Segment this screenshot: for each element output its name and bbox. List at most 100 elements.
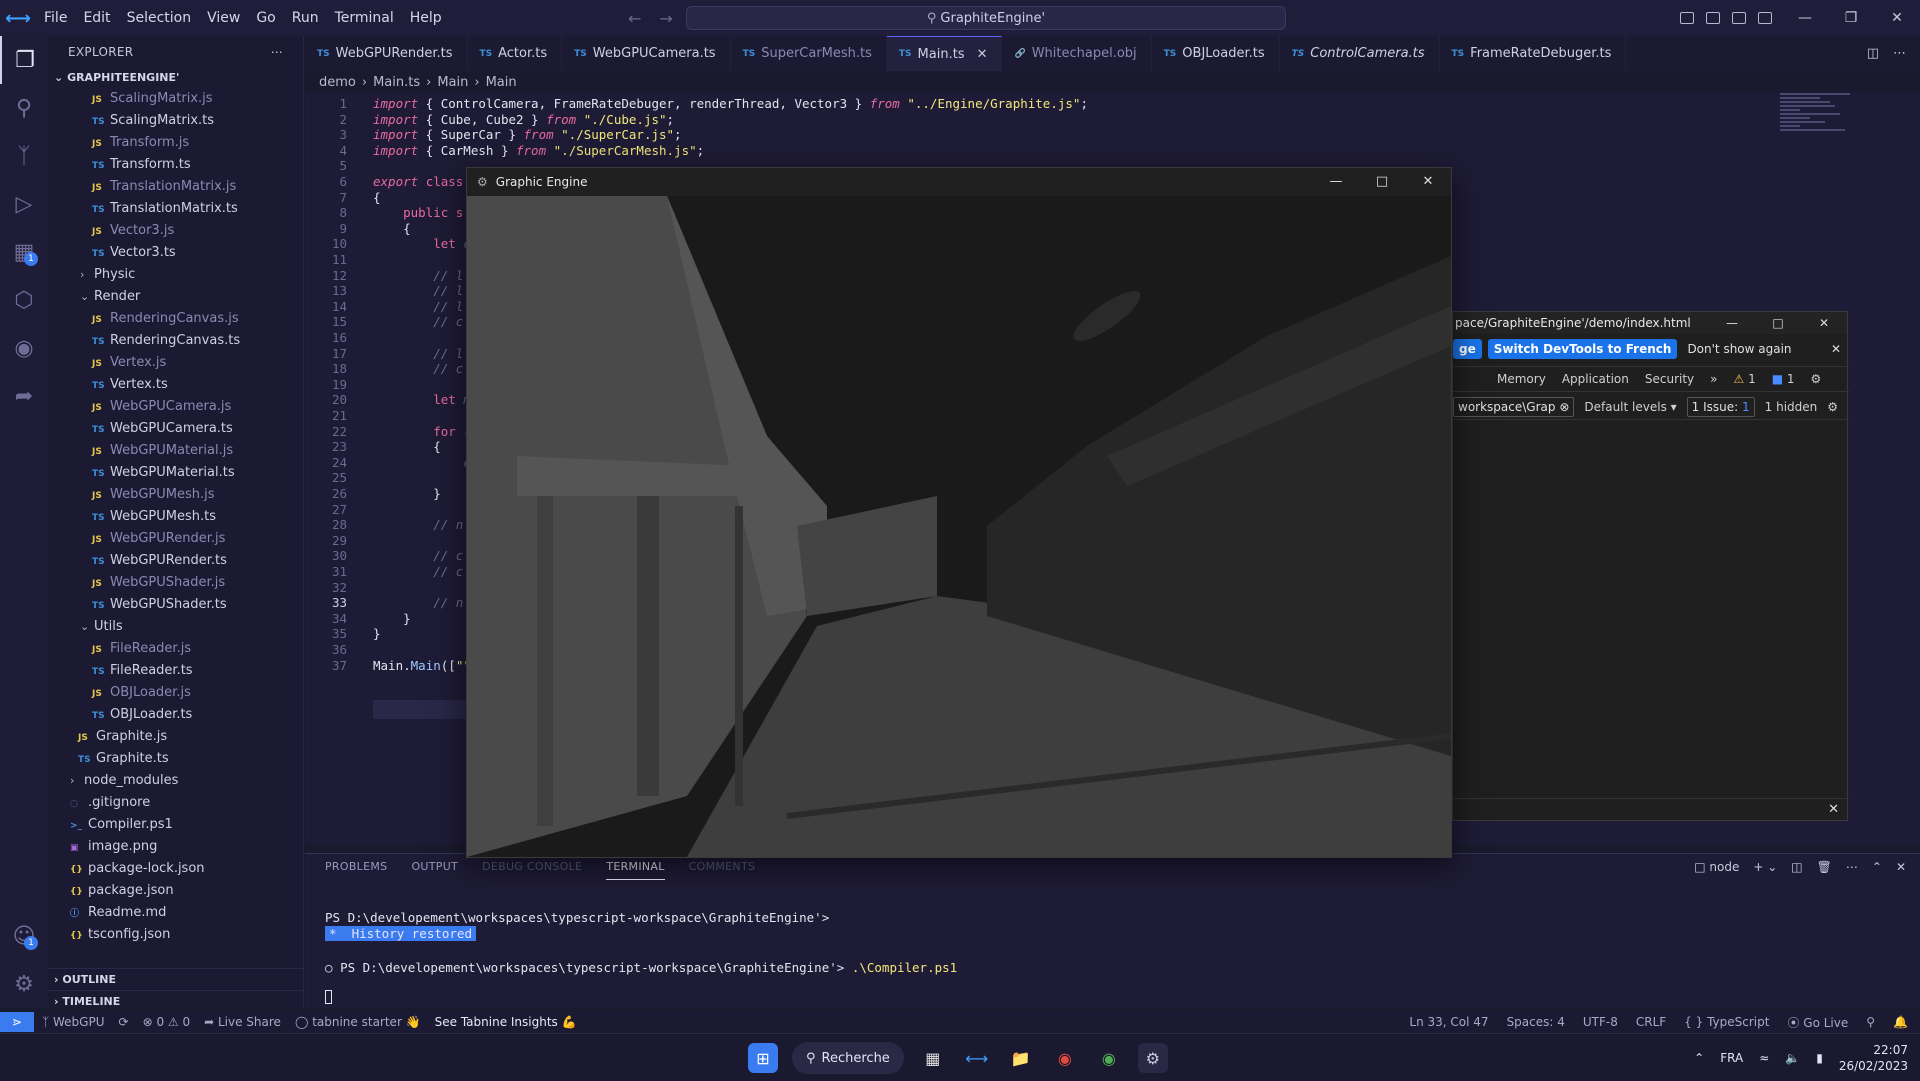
menu-item-help[interactable]: Help	[402, 0, 450, 36]
code-line[interactable]: }	[373, 611, 411, 626]
accounts-icon[interactable]: ☺ 1	[0, 912, 48, 960]
editor-tab[interactable]: TS Actor.ts	[468, 36, 563, 71]
file-item[interactable]: TS RenderingCanvas.ts	[48, 330, 303, 352]
breadcrumb-item[interactable]: Main	[437, 75, 468, 90]
store-icon[interactable]: ▦	[918, 1043, 948, 1073]
close-panel-icon[interactable]: ✕	[1896, 860, 1906, 874]
restore-button[interactable]: ❐	[1828, 0, 1874, 36]
panel-tab[interactable]: PROBLEMS	[325, 854, 387, 880]
code-line[interactable]: // l	[373, 268, 463, 283]
language-mode[interactable]: { } TypeScript	[1684, 1015, 1769, 1029]
taskbar-search[interactable]: ⚲ Recherche	[792, 1042, 904, 1074]
file-item[interactable]: JS WebGPURender.js	[48, 528, 303, 550]
file-item[interactable]: {} package-lock.json	[48, 858, 303, 880]
wifi-icon[interactable]: ≈	[1759, 1051, 1769, 1065]
file-item[interactable]: JS WebGPUShader.js	[48, 572, 303, 594]
code-line[interactable]: export class	[373, 174, 463, 189]
folder-item[interactable]: ⌄ Utils	[48, 616, 303, 638]
windows-start-icon[interactable]: ⊞	[748, 1043, 778, 1073]
warnings-button[interactable]: ⚠ 1	[1734, 372, 1756, 386]
file-item[interactable]: JS Graphite.js	[48, 726, 303, 748]
file-item[interactable]: ◌ .gitignore	[48, 792, 303, 814]
extensions-icon[interactable]: ▦ 1	[0, 228, 48, 276]
menu-item-view[interactable]: View	[199, 0, 248, 36]
render-canvas[interactable]	[467, 196, 1451, 857]
file-item[interactable]: TS TranslationMatrix.ts	[48, 198, 303, 220]
back-arrow-icon[interactable]: ←	[628, 9, 641, 28]
dont-show-again-button[interactable]: Don't show again	[1683, 339, 1795, 359]
outline-section[interactable]: › OUTLINE	[48, 968, 303, 990]
devtools-maximize-button[interactable]: □	[1755, 312, 1801, 334]
code-line[interactable]: // c	[373, 564, 463, 579]
sync-icon[interactable]: ⟳	[119, 1015, 129, 1029]
file-item[interactable]: TS WebGPUShader.ts	[48, 594, 303, 616]
terminal-shell[interactable]: □ node	[1694, 860, 1739, 874]
tabnine-status[interactable]: ◯ tabnine starter 👋	[295, 1015, 421, 1029]
customize-layout-icon[interactable]	[1758, 12, 1772, 24]
file-item[interactable]: JS FileReader.js	[48, 638, 303, 660]
code-line[interactable]: // c	[373, 548, 463, 563]
code-line[interactable]: // l	[373, 346, 463, 361]
close-button[interactable]: ✕	[1874, 0, 1920, 36]
file-item[interactable]: ⓘ Readme.md	[48, 902, 303, 924]
live-share-status[interactable]: ➦ Live Share	[204, 1015, 281, 1029]
tabnine-insights[interactable]: See Tabnine Insights 💪	[435, 1015, 577, 1029]
toggle-secondary-sidebar-icon[interactable]	[1732, 12, 1746, 24]
code-line[interactable]: // n	[373, 595, 463, 610]
file-explorer-icon[interactable]: 📁	[1006, 1043, 1036, 1073]
folder-item[interactable]: › Physic	[48, 264, 303, 286]
file-item[interactable]: JS RenderingCanvas.js	[48, 308, 303, 330]
code-line[interactable]: import { ControlCamera, FrameRateDebuger…	[373, 96, 1088, 111]
menu-item-go[interactable]: Go	[248, 0, 283, 36]
console-settings-icon[interactable]: ⚙	[1827, 400, 1838, 414]
breadcrumb-item[interactable]: demo	[319, 75, 356, 90]
minimap[interactable]	[1780, 93, 1860, 173]
console-filter-input[interactable]: workspace\Grap ⊗	[1453, 396, 1575, 417]
file-item[interactable]: TS WebGPUCamera.ts	[48, 418, 303, 440]
language-indicator[interactable]: FRA	[1720, 1051, 1743, 1065]
split-terminal-icon[interactable]: ◫	[1791, 860, 1802, 874]
more-actions-icon[interactable]: ⋯	[271, 45, 283, 59]
folder-item[interactable]: › node_modules	[48, 770, 303, 792]
graphic-engine-taskbar-icon[interactable]: ⚙	[1137, 1043, 1168, 1073]
account-status-icon[interactable]: ⚲	[1866, 1015, 1875, 1029]
encoding[interactable]: UTF-8	[1583, 1015, 1618, 1029]
remote-explorer-icon[interactable]: ⬡	[0, 276, 48, 324]
code-line[interactable]: import { CarMesh } from "./SuperCarMesh.…	[373, 143, 704, 158]
search-icon[interactable]: ⚲	[0, 84, 48, 132]
file-item[interactable]: TS WebGPUMaterial.ts	[48, 462, 303, 484]
file-item[interactable]: {} tsconfig.json	[48, 924, 303, 946]
code-line[interactable]: import { Cube, Cube2 } from "./Cube.js";	[373, 112, 674, 127]
code-line[interactable]: public s	[373, 205, 463, 220]
live-share-icon[interactable]: ➦	[0, 372, 48, 420]
file-item[interactable]: {} package.json	[48, 880, 303, 902]
code-line[interactable]: let m	[373, 392, 471, 407]
code-line[interactable]: c	[373, 455, 471, 470]
github-icon[interactable]: ◉	[0, 324, 48, 372]
menu-item-file[interactable]: File	[36, 0, 75, 36]
chrome-profile-icon[interactable]: ◉	[1094, 1043, 1124, 1073]
go-live[interactable]: ⦿ Go Live	[1787, 1014, 1848, 1031]
file-item[interactable]: TS Transform.ts	[48, 154, 303, 176]
clock[interactable]: 22:07 26/02/2023	[1839, 1042, 1908, 1074]
more-tabs-icon[interactable]: »	[1710, 372, 1717, 386]
editor-tab[interactable]: TS FrameRateDebuger.ts	[1440, 36, 1627, 71]
file-item[interactable]: JS WebGPUCamera.js	[48, 396, 303, 418]
ge-minimize-button[interactable]: —	[1313, 168, 1359, 196]
file-item[interactable]: JS Transform.js	[48, 132, 303, 154]
editor-tab[interactable]: TS WebGPURender.ts	[305, 36, 468, 71]
switch-devtools-french-button[interactable]: Switch DevTools to French	[1487, 339, 1678, 359]
panel-tab[interactable]: OUTPUT	[411, 854, 458, 880]
file-item[interactable]: TS Vector3.ts	[48, 242, 303, 264]
new-terminal-icon[interactable]: + ⌄	[1753, 860, 1777, 874]
run-debug-icon[interactable]: ▷	[0, 180, 48, 228]
ge-close-button[interactable]: ✕	[1405, 168, 1451, 196]
file-item[interactable]: JS OBJLoader.js	[48, 682, 303, 704]
code-line[interactable]: for (	[373, 424, 471, 439]
devtools-tab[interactable]: Security	[1645, 372, 1694, 386]
menu-item-edit[interactable]: Edit	[75, 0, 118, 36]
editor-tab[interactable]: TS WebGPUCamera.ts	[562, 36, 731, 71]
file-item[interactable]: ▣ image.png	[48, 836, 303, 858]
file-item[interactable]: TS ScalingMatrix.ts	[48, 110, 303, 132]
code-line[interactable]: // l	[373, 299, 463, 314]
